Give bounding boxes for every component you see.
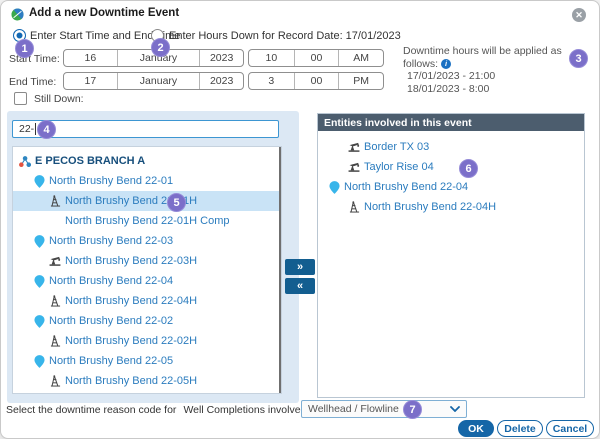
tree-item[interactable]: North Brushy Bend 22-03: [13, 231, 281, 251]
entity-tree: E PECOS BRANCH A North Brushy Bend 22-01 N…: [12, 146, 282, 394]
end-month-field[interactable]: January: [117, 73, 200, 89]
end-minute-field[interactable]: 00: [294, 73, 339, 89]
step-badge-5: 5: [167, 193, 186, 212]
row-label: Border TX 03: [364, 141, 429, 153]
add-downtime-event-dialog: Add a new Downtime Event ✕ Enter Start T…: [0, 0, 600, 439]
tree-item[interactable]: North Brushy Bend 22-03H: [13, 251, 281, 271]
applied-hours-line: 17/01/2023 - 21:00: [403, 70, 599, 83]
start-year-field[interactable]: 2023: [199, 50, 243, 66]
end-clock-group: 3 00 PM: [248, 72, 384, 90]
entities-involved-panel: Entities involved in this event Border T…: [317, 113, 585, 398]
close-icon[interactable]: ✕: [572, 8, 586, 22]
tree-item[interactable]: North Brushy Bend 22-05: [13, 351, 281, 371]
ok-button[interactable]: OK: [458, 420, 494, 437]
pumpjack-icon: [346, 142, 362, 152]
rig-icon: [346, 201, 362, 213]
tree-item[interactable]: North Brushy Bend 22-02H: [13, 331, 281, 351]
row-label: North Brushy Bend 22-02H: [65, 335, 197, 347]
pin-icon: [31, 315, 47, 328]
start-minute-field[interactable]: 00: [294, 50, 339, 66]
rig-icon: [47, 335, 63, 347]
remove-from-event-button[interactable]: «: [285, 278, 315, 294]
start-ampm-field[interactable]: AM: [338, 50, 383, 66]
tree-item[interactable]: North Brushy Bend 22-01: [13, 171, 281, 191]
row-label: North Brushy Bend 22-01H Comp: [65, 215, 229, 227]
entity-item[interactable]: Taylor Rise 04: [318, 157, 584, 177]
row-label: North Brushy Bend 22-04: [344, 181, 468, 193]
end-ampm-field[interactable]: PM: [338, 73, 383, 89]
step-badge-7: 7: [403, 400, 422, 419]
row-label: North Brushy Bend 22-03: [49, 235, 173, 247]
row-label: North Brushy Bend 22-01: [49, 175, 173, 187]
end-day-field[interactable]: 17: [64, 73, 117, 89]
pin-icon: [31, 275, 47, 288]
tree-scrollbar[interactable]: [279, 147, 281, 393]
entity-item[interactable]: North Brushy Bend 22-04: [318, 177, 584, 197]
entity-item[interactable]: North Brushy Bend 22-04H: [318, 197, 584, 217]
tree-item[interactable]: North Brushy Bend 22-02: [13, 311, 281, 331]
end-year-field[interactable]: 2023: [199, 73, 243, 89]
step-badge-2: 2: [151, 38, 170, 57]
pin-icon: [31, 355, 47, 368]
still-down-checkbox[interactable]: [14, 92, 27, 105]
step-badge-1: 1: [15, 39, 34, 58]
applied-hours-heading: Downtime hours will be applied as follow…: [403, 45, 562, 70]
end-hour-field[interactable]: 3: [249, 73, 294, 89]
row-label: Taylor Rise 04: [364, 161, 434, 173]
reason-code-label-part1: Select the downtime reason code for: [6, 404, 176, 416]
step-badge-6: 6: [459, 159, 478, 178]
app-logo-icon: [11, 8, 24, 21]
search-value: 22-: [19, 123, 34, 135]
row-label: E PECOS BRANCH A: [35, 155, 145, 167]
row-label: North Brushy Bend 22-05H: [65, 375, 197, 387]
tree-root-item[interactable]: E PECOS BRANCH A: [13, 151, 281, 171]
row-label: North Brushy Bend 22-03H: [65, 255, 197, 267]
reason-code-dropdown[interactable]: Wellhead / Flowline: [301, 400, 467, 418]
rig-icon: [47, 195, 63, 207]
delete-button[interactable]: Delete: [497, 420, 543, 437]
still-down-label: Still Down:: [34, 93, 84, 105]
rig-icon: [47, 375, 63, 387]
start-hour-field[interactable]: 10: [249, 50, 294, 66]
reason-code-value: Wellhead / Flowline: [308, 403, 399, 415]
step-badge-3: 3: [569, 49, 588, 68]
tree-item[interactable]: North Brushy Bend 22-01H Comp: [13, 211, 281, 231]
tree-item[interactable]: North Brushy Bend 22-04: [13, 271, 281, 291]
row-label: North Brushy Bend 22-05: [49, 355, 173, 367]
row-label: North Brushy Bend 22-02: [49, 315, 173, 327]
pumpjack-icon: [346, 162, 362, 172]
step-badge-4: 4: [37, 120, 56, 139]
rig-icon: [47, 295, 63, 307]
entity-item[interactable]: Border TX 03: [318, 137, 584, 157]
end-date-group: 17 January 2023: [63, 72, 244, 90]
applied-hours-line: 18/01/2023 - 8:00: [403, 83, 599, 96]
row-label: North Brushy Bend 22-04H: [364, 201, 496, 213]
cancel-button[interactable]: Cancel: [546, 420, 594, 437]
add-to-event-button[interactable]: »: [285, 259, 315, 275]
info-icon[interactable]: i: [441, 59, 451, 69]
pin-icon: [31, 235, 47, 248]
tree-item[interactable]: North Brushy Bend 22-04H: [13, 291, 281, 311]
row-label: North Brushy Bend 22-04: [49, 275, 173, 287]
network-icon: [17, 156, 33, 167]
start-clock-group: 10 00 AM: [248, 49, 384, 67]
pumpjack-icon: [47, 256, 63, 266]
tree-item[interactable]: North Brushy Bend 22-01H: [13, 191, 281, 211]
chevron-down-icon: [450, 403, 460, 415]
end-time-label: End Time:: [9, 76, 56, 88]
entities-involved-header: Entities involved in this event: [318, 114, 584, 131]
pin-icon: [326, 181, 342, 194]
tree-item[interactable]: North Brushy Bend 22-05H: [13, 371, 281, 391]
pin-icon: [31, 175, 47, 188]
start-day-field[interactable]: 16: [64, 50, 117, 66]
dialog-title: Add a new Downtime Event: [29, 7, 179, 19]
row-label: North Brushy Bend 22-04H: [65, 295, 197, 307]
radio-hours-down-label: Enter Hours Down for Record Date: 17/01/…: [169, 30, 401, 42]
